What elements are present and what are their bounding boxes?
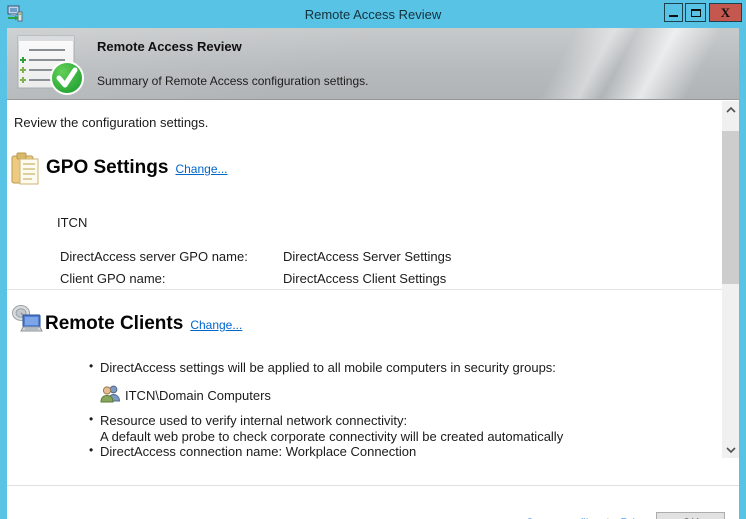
header-subtitle: Summary of Remote Access configuration s… — [97, 74, 368, 88]
gpo-change-link[interactable]: Change... — [175, 162, 227, 176]
header-title: Remote Access Review — [97, 39, 242, 54]
bullet-connection-name: DirectAccess connection name: Workplace … — [100, 444, 416, 459]
dialog-window: Remote Access Review X — [0, 0, 746, 519]
close-icon: X — [721, 6, 730, 19]
gpo-section-title: GPO Settings — [46, 157, 168, 179]
remote-clients-section-title: Remote Clients — [45, 313, 183, 335]
review-content: Review the configuration settings. GPO S… — [7, 101, 739, 485]
close-button[interactable]: X — [709, 3, 742, 22]
remote-clients-icon — [11, 304, 44, 342]
security-group-icon — [100, 384, 121, 408]
bullet-probe-detail: A default web probe to check corporate c… — [100, 429, 563, 444]
remote-clients-change-link[interactable]: Change... — [190, 318, 242, 332]
chevron-up-icon — [726, 107, 736, 113]
bullet-security-groups: DirectAccess settings will be applied to… — [100, 360, 556, 375]
gpo-client-label: Client GPO name: — [60, 271, 283, 286]
title-bar: Remote Access Review X — [0, 0, 746, 28]
gpo-client-value: DirectAccess Client Settings — [283, 271, 446, 286]
scroll-up-button[interactable] — [722, 101, 739, 118]
gpo-section-header: GPO Settings Change... — [46, 157, 228, 179]
window-title: Remote Access Review — [0, 0, 746, 28]
gpo-server-value: DirectAccess Server Settings — [283, 249, 451, 264]
scrollbar-thumb[interactable] — [722, 131, 739, 284]
minimize-icon — [669, 15, 678, 17]
chevron-down-icon — [726, 447, 736, 453]
summary-check-icon — [15, 34, 89, 101]
minimize-button[interactable] — [664, 3, 683, 22]
dialog-body: Remote Access Review Summary of Remote A… — [7, 28, 739, 512]
intro-text: Review the configuration settings. — [14, 115, 208, 130]
security-group-name: ITCN\Domain Computers — [125, 388, 271, 403]
footer-bar: Save to a file | Print OK — [7, 485, 739, 519]
vertical-scrollbar[interactable] — [722, 101, 739, 458]
gpo-icon — [11, 152, 40, 191]
wizard-header: Remote Access Review Summary of Remote A… — [7, 28, 739, 100]
footer-actions: Save to a file | Print OK — [526, 511, 725, 519]
bullet-probe-label: Resource used to verify internal network… — [100, 413, 407, 428]
gpo-row-server: DirectAccess server GPO name:DirectAcces… — [60, 249, 451, 264]
ok-button[interactable]: OK — [656, 512, 725, 519]
gpo-domain: ITCN — [57, 215, 87, 230]
gpo-row-client: Client GPO name:DirectAccess Client Sett… — [60, 271, 446, 286]
scroll-down-button[interactable] — [722, 441, 739, 458]
gpo-server-label: DirectAccess server GPO name: — [60, 249, 283, 264]
section-divider — [7, 289, 722, 290]
remote-clients-section-header: Remote Clients Change... — [45, 313, 242, 335]
maximize-button[interactable] — [685, 3, 706, 22]
maximize-icon — [691, 9, 701, 17]
